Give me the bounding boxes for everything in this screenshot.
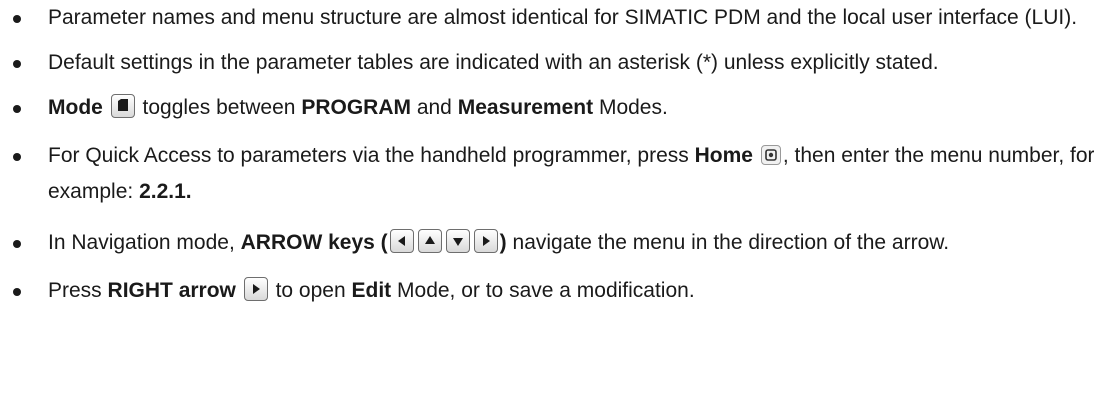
list-item: For Quick Access to parameters via the h… <box>0 138 1094 210</box>
bullet-text: Default settings in the parameter tables… <box>48 51 939 74</box>
bullet-text: to open <box>275 279 346 302</box>
home-keyword: Home <box>694 144 753 167</box>
right-arrow-key-icon <box>243 277 268 301</box>
bullet-text: Modes. <box>598 96 668 119</box>
measurement-keyword: Measurement <box>457 96 594 119</box>
mode-keyword: Mode <box>48 96 103 119</box>
mode-key-icon <box>110 94 135 118</box>
right-arrow-keyword: RIGHT arrow <box>107 279 236 302</box>
close-paren: ) <box>499 231 507 254</box>
bullet-text: toggles between <box>142 96 296 119</box>
bullet-dot <box>13 60 21 68</box>
list-item: Parameter names and menu structure are a… <box>0 3 1094 33</box>
bullet-text: navigate the menu in the direction of th… <box>512 231 950 254</box>
list-item: Press RIGHT arrow to open Edit Mode, or … <box>0 276 1094 306</box>
bullet-text: For Quick Access to parameters via the h… <box>48 144 689 167</box>
edit-keyword: Edit <box>351 279 392 302</box>
list-item: Default settings in the parameter tables… <box>0 48 1094 78</box>
bullet-list: Parameter names and menu structure are a… <box>0 3 1094 306</box>
open-paren: ( <box>380 231 388 254</box>
arrow-keys-keyword: ARROW keys <box>240 231 375 254</box>
bullet-dot <box>13 15 21 23</box>
bullet-dot <box>13 153 21 161</box>
bullet-text: and <box>416 96 452 119</box>
bullet-dot <box>13 288 21 296</box>
program-keyword: PROGRAM <box>301 96 411 119</box>
up-arrow-key-icon <box>417 229 442 253</box>
home-key-icon <box>760 145 781 165</box>
bullet-text: Parameter names and menu structure are a… <box>48 6 1078 29</box>
bullet-text: Press <box>48 279 102 302</box>
list-item: Mode toggles between PROGRAM and Measure… <box>0 93 1094 123</box>
bullet-text: In Navigation mode, <box>48 231 235 254</box>
list-item: In Navigation mode, ARROW keys ( ) navig… <box>0 225 1094 261</box>
bullet-text: Mode, or to save a modification. <box>397 279 695 302</box>
right-arrow-key-icon <box>473 229 498 253</box>
menu-number-example: 2.2.1. <box>139 180 192 203</box>
bullet-dot <box>13 240 21 248</box>
bullet-dot <box>13 105 21 113</box>
down-arrow-key-icon <box>445 229 470 253</box>
document-page: Parameter names and menu structure are a… <box>0 0 1094 419</box>
left-arrow-key-icon <box>389 229 414 253</box>
